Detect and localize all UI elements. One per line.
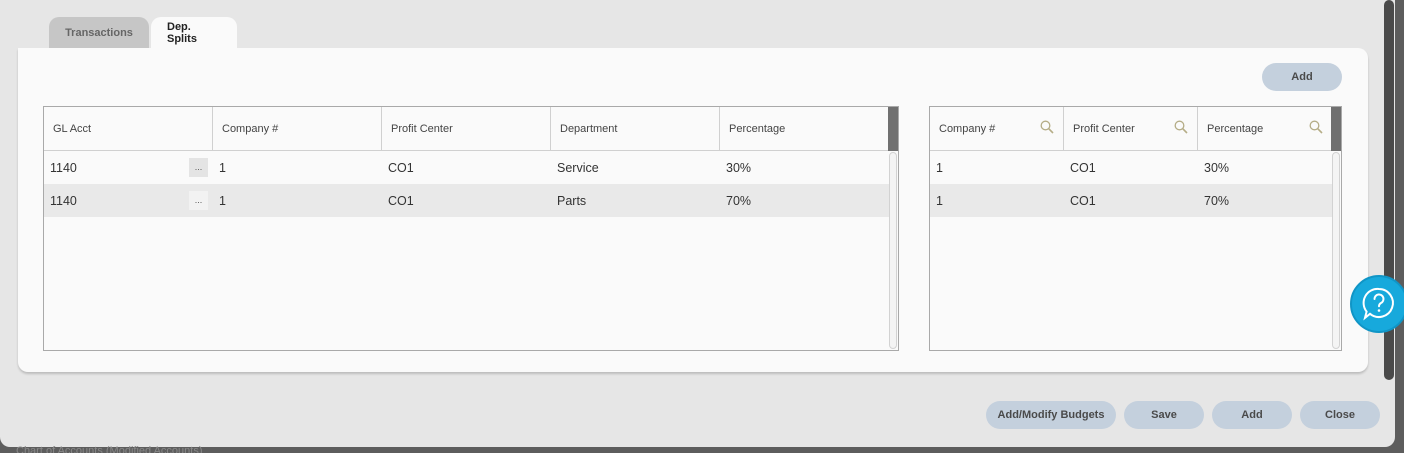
close-button[interactable]: Close — [1300, 401, 1380, 429]
add-button[interactable]: Add — [1212, 401, 1292, 429]
cell-department[interactable]: Parts — [551, 184, 720, 217]
search-icon[interactable] — [1174, 120, 1188, 134]
background-page-title: Chart of Accounts (Modified Accounts) — [16, 445, 203, 453]
table-row[interactable]: 1140 ... 1 CO1 Service 30% — [44, 151, 889, 184]
column-header-profit-center[interactable]: Profit Center — [1064, 107, 1198, 151]
search-icon[interactable] — [1309, 120, 1323, 134]
cell-percentage[interactable]: 30% — [720, 151, 889, 184]
cell-profit-center[interactable]: CO1 — [382, 151, 551, 184]
add-modify-budgets-button[interactable]: Add/Modify Budgets — [986, 401, 1116, 429]
tab-bar: Transactions Dep. Splits — [49, 17, 237, 48]
column-label: Percentage — [1207, 123, 1264, 135]
cell-company[interactable]: 1 — [213, 184, 382, 217]
column-header-percentage[interactable]: Percentage — [1198, 107, 1332, 151]
column-header-profit-center[interactable]: Profit Center — [382, 107, 551, 151]
scrollbar-header — [888, 107, 898, 151]
vertical-scrollbar[interactable] — [889, 152, 897, 349]
column-label: Profit Center — [1073, 123, 1135, 135]
help-button[interactable] — [1350, 275, 1404, 333]
gl-acct-value: 1140 — [50, 160, 77, 175]
column-header-company[interactable]: Company # — [213, 107, 382, 151]
cell-company[interactable]: 1 — [213, 151, 382, 184]
budget-splits-grid: Company # Profit Center Percentage 1 CO1… — [929, 106, 1342, 351]
cell-percentage[interactable]: 70% — [720, 184, 890, 217]
cell-profit-center[interactable]: CO1 — [382, 184, 551, 217]
gl-splits-grid: GL Acct Company # Profit Center Departme… — [43, 106, 899, 351]
cell-percentage[interactable]: 30% — [1198, 151, 1332, 184]
table-row[interactable]: 1140 ... 1 CO1 Parts 70% — [44, 184, 890, 217]
scrollbar-header — [1331, 107, 1341, 151]
tab-dep-splits[interactable]: Dep. Splits — [151, 17, 237, 48]
column-header-department[interactable]: Department — [551, 107, 720, 151]
modal-dialog: Transactions Dep. Splits Add GL Acct Com… — [0, 0, 1395, 447]
save-button[interactable]: Save — [1124, 401, 1204, 429]
cell-profit-center[interactable]: CO1 — [1064, 151, 1198, 184]
help-question-icon — [1362, 287, 1394, 321]
cell-company[interactable]: 1 — [930, 184, 1064, 217]
grid-header: Company # Profit Center Percentage — [930, 107, 1332, 151]
search-icon[interactable] — [1040, 120, 1054, 134]
cell-percentage[interactable]: 70% — [1198, 184, 1333, 217]
cell-department[interactable]: Service — [551, 151, 720, 184]
cell-profit-center[interactable]: CO1 — [1064, 184, 1198, 217]
panel-add-button[interactable]: Add — [1262, 63, 1342, 91]
table-row[interactable]: 1 CO1 30% — [930, 151, 1332, 184]
column-header-percentage[interactable]: Percentage — [720, 107, 889, 151]
column-header-gl-acct[interactable]: GL Acct — [44, 107, 213, 151]
lookup-ellipsis-button[interactable]: ... — [189, 191, 208, 210]
cell-gl-acct[interactable]: 1140 ... — [44, 184, 213, 217]
tab-transactions[interactable]: Transactions — [49, 17, 149, 48]
cell-company[interactable]: 1 — [930, 151, 1064, 184]
table-row[interactable]: 1 CO1 70% — [930, 184, 1333, 217]
lookup-ellipsis-button[interactable]: ... — [189, 158, 208, 177]
column-label: Company # — [939, 123, 996, 135]
column-header-company[interactable]: Company # — [930, 107, 1064, 151]
gl-acct-value: 1140 — [50, 193, 77, 208]
dep-splits-panel: Add GL Acct Company # Profit Center Depa… — [18, 48, 1368, 372]
grid-header: GL Acct Company # Profit Center Departme… — [44, 107, 889, 151]
vertical-scrollbar[interactable] — [1332, 152, 1340, 349]
cell-gl-acct[interactable]: 1140 ... — [44, 151, 213, 184]
